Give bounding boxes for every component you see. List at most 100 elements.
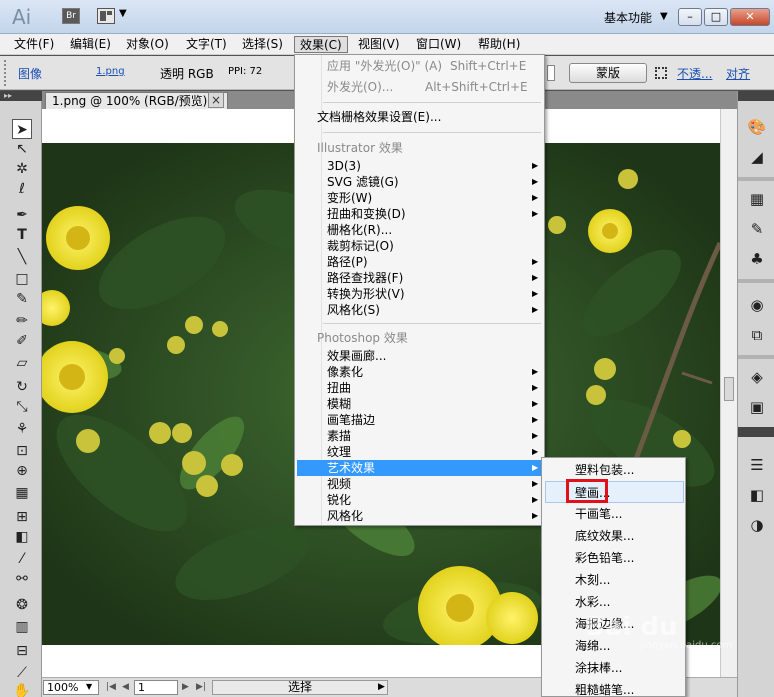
- menu-select[interactable]: 选择(S): [237, 36, 288, 53]
- blend-tool-icon[interactable]: ⚯: [12, 569, 32, 589]
- current-tool-status[interactable]: 选择: [212, 680, 388, 695]
- gradient-tool-icon[interactable]: ◧: [12, 527, 32, 547]
- menu-item-apply-last-effect[interactable]: 应用 "外发光(O)" (A) Shift+Ctrl+E: [295, 58, 544, 74]
- menu-item-video[interactable]: 视频 ▶: [295, 476, 544, 492]
- menu-file[interactable]: 文件(F): [9, 36, 59, 53]
- submenu-item-underpainting[interactable]: 底纹效果...: [542, 525, 685, 547]
- menu-item-brush-strokes[interactable]: 画笔描边 ▶: [295, 412, 544, 428]
- menu-view[interactable]: 视图(V): [353, 36, 405, 53]
- menu-item-crop-marks[interactable]: 裁剪标记(O): [295, 238, 544, 254]
- mesh-tool-icon[interactable]: ⊞: [12, 507, 32, 527]
- eraser-tool-icon[interactable]: ▱: [12, 353, 32, 373]
- arrange-documents-button[interactable]: ▼: [97, 8, 131, 24]
- chevron-down-icon[interactable]: ▼: [86, 682, 92, 691]
- document-tab[interactable]: 1.png @ 100% (RGB/预览): [45, 92, 228, 109]
- menu-item-sharpen[interactable]: 锐化 ▶: [295, 492, 544, 508]
- slice-tool-icon[interactable]: ⟋: [12, 663, 32, 683]
- menu-window[interactable]: 窗口(W): [411, 36, 466, 53]
- submenu-item-colored-pencil[interactable]: 彩色铅笔...: [542, 547, 685, 569]
- menu-item-path[interactable]: 路径(P) ▶: [295, 254, 544, 270]
- shape-builder-tool-icon[interactable]: ⊕: [12, 461, 32, 481]
- opacity-link[interactable]: 不透...: [677, 65, 712, 82]
- minimize-button[interactable]: –: [678, 8, 702, 26]
- submenu-item-smudge-stick[interactable]: 涂抹棒...: [542, 657, 685, 679]
- lasso-tool-icon[interactable]: ℓ: [12, 179, 32, 199]
- paintbrush-tool-icon[interactable]: ✎: [12, 289, 32, 309]
- linked-file-link[interactable]: 1.png: [96, 66, 125, 77]
- prev-artboard-icon[interactable]: ◀: [122, 682, 129, 692]
- maximize-button[interactable]: □: [704, 8, 728, 26]
- menu-object[interactable]: 对象(O): [121, 36, 174, 53]
- hand-tool-icon[interactable]: ✋: [12, 681, 32, 697]
- stroke-icon[interactable]: ☰: [747, 455, 767, 475]
- menu-item-sketch[interactable]: 素描 ▶: [295, 428, 544, 444]
- menu-item-distort-transform[interactable]: 扭曲和变换(D) ▶: [295, 206, 544, 222]
- panel-header[interactable]: [738, 91, 774, 101]
- submenu-item-rough-pastels[interactable]: 粗糙蜡笔...: [542, 679, 685, 697]
- menu-item-pathfinder[interactable]: 路径查找器(F) ▶: [295, 270, 544, 286]
- bridge-button[interactable]: Br: [62, 8, 80, 24]
- workspace-switcher[interactable]: 基本功能: [604, 9, 652, 26]
- mask-button[interactable]: 蒙版: [569, 63, 647, 83]
- menu-item-last-effect[interactable]: 外发光(O)... Alt+Shift+Ctrl+E: [295, 79, 544, 95]
- swatches-icon[interactable]: ▦: [747, 189, 767, 209]
- panel-header[interactable]: ▸▸: [0, 91, 42, 101]
- color-panel-icon[interactable]: 🎨: [747, 117, 767, 137]
- menu-item-svg-filters[interactable]: SVG 滤镜(G) ▶: [295, 174, 544, 190]
- close-icon[interactable]: ×: [208, 92, 224, 108]
- status-menu-icon[interactable]: ▶: [378, 682, 385, 692]
- menu-item-rasterize[interactable]: 栅格化(R)...: [295, 222, 544, 238]
- menu-type[interactable]: 文字(T): [181, 36, 232, 53]
- close-button[interactable]: ✕: [730, 8, 770, 26]
- pen-tool-icon[interactable]: ✒: [12, 205, 32, 225]
- menu-item-raster-settings[interactable]: 文档栅格效果设置(E)...: [295, 109, 544, 125]
- menu-help[interactable]: 帮助(H): [473, 36, 525, 53]
- selection-tool-icon[interactable]: ➤: [12, 119, 32, 139]
- menu-effect[interactable]: 效果(C): [294, 36, 348, 53]
- vertical-scrollbar[interactable]: [720, 109, 737, 677]
- panel-grip[interactable]: [4, 60, 9, 86]
- next-artboard-icon[interactable]: ▶: [182, 682, 189, 692]
- menu-item-artistic[interactable]: 艺术效果 ▶: [297, 460, 542, 476]
- perspective-grid-tool-icon[interactable]: ▦: [12, 483, 32, 503]
- menu-item-pixelate[interactable]: 像素化 ▶: [295, 364, 544, 380]
- menu-item-texture[interactable]: 纹理 ▶: [295, 444, 544, 460]
- artboard-number-select[interactable]: 1: [134, 680, 178, 695]
- menu-item-stylize-ai[interactable]: 风格化(S) ▶: [295, 302, 544, 318]
- rotate-tool-icon[interactable]: ↻: [12, 377, 32, 397]
- gradient-icon[interactable]: ◧: [747, 485, 767, 505]
- menu-edit[interactable]: 编辑(E): [65, 36, 116, 53]
- pencil-tool-icon[interactable]: ✏: [12, 311, 32, 331]
- symbols-icon[interactable]: ♣: [747, 249, 767, 269]
- last-artboard-icon[interactable]: ▶|: [196, 682, 206, 692]
- submenu-item-plastic-wrap[interactable]: 塑料包装...: [542, 459, 685, 481]
- chevron-down-icon[interactable]: ▼: [660, 11, 668, 22]
- menu-item-warp[interactable]: 变形(W) ▶: [295, 190, 544, 206]
- layers-icon[interactable]: ◈: [747, 367, 767, 387]
- menu-item-blur[interactable]: 模糊 ▶: [295, 396, 544, 412]
- menu-item-distort[interactable]: 扭曲 ▶: [295, 380, 544, 396]
- symbol-sprayer-tool-icon[interactable]: ❂: [12, 595, 32, 615]
- menu-item-effect-gallery[interactable]: 效果画廊...: [295, 348, 544, 364]
- graphic-styles-icon[interactable]: ⧉: [747, 325, 767, 345]
- rectangle-tool-icon[interactable]: □: [12, 269, 32, 289]
- free-transform-tool-icon[interactable]: ⊡: [12, 441, 32, 461]
- direct-selection-tool-icon[interactable]: ↖: [12, 139, 32, 159]
- brushes-icon[interactable]: ✎: [747, 219, 767, 239]
- submenu-item-cutout[interactable]: 木刻...: [542, 569, 685, 591]
- first-artboard-icon[interactable]: |◀: [106, 682, 116, 692]
- color-guide-icon[interactable]: ◢: [747, 147, 767, 167]
- blob-brush-tool-icon[interactable]: ✐: [12, 331, 32, 351]
- eyedropper-tool-icon[interactable]: ⁄: [12, 549, 32, 569]
- control-field[interactable]: [547, 65, 555, 81]
- submenu-item-watercolor[interactable]: 水彩...: [542, 591, 685, 613]
- align-link[interactable]: 对齐: [726, 65, 750, 82]
- line-tool-icon[interactable]: ╲: [12, 247, 32, 267]
- transparency-icon[interactable]: ◑: [747, 515, 767, 535]
- selection-icon[interactable]: [655, 67, 667, 79]
- menu-item-3d[interactable]: 3D(3) ▶: [295, 158, 544, 174]
- warp-tool-icon[interactable]: ⚘: [12, 419, 32, 439]
- artboard-tool-icon[interactable]: ⊟: [12, 641, 32, 661]
- panel-header[interactable]: [738, 427, 774, 437]
- scale-tool-icon[interactable]: ⤡: [12, 397, 32, 417]
